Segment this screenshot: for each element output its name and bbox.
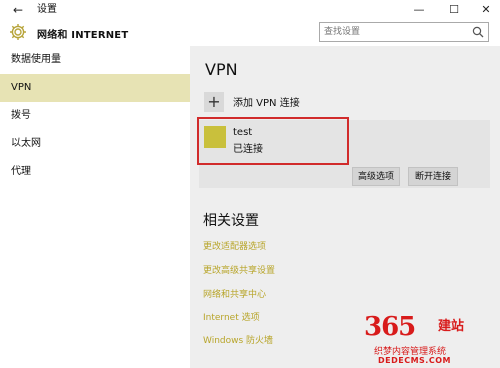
link-change-adapter-options[interactable]: 更改适配器选项 bbox=[203, 239, 266, 252]
sidebar-item-dialup[interactable]: 拨号 bbox=[0, 102, 190, 130]
search-box[interactable] bbox=[319, 22, 489, 42]
related-settings-heading: 相关设置 bbox=[203, 213, 259, 229]
page-title: 网络和 INTERNET bbox=[37, 30, 129, 41]
sidebar-item-proxy[interactable]: 代理 bbox=[0, 158, 190, 186]
gear-icon bbox=[10, 24, 26, 40]
minimize-button[interactable]: — bbox=[405, 1, 433, 19]
window-title: 设置 bbox=[37, 4, 57, 15]
maximize-button[interactable]: ☐ bbox=[440, 1, 468, 19]
add-vpn-connection-link[interactable]: 添加 VPN 连接 bbox=[233, 94, 300, 109]
advanced-options-button[interactable]: 高级选项 bbox=[352, 167, 400, 186]
sidebar-item-vpn[interactable]: VPN bbox=[0, 74, 190, 102]
vpn-heading: VPN bbox=[205, 60, 238, 79]
watermark-suffix: 建站 bbox=[438, 319, 465, 334]
add-icon[interactable]: + bbox=[204, 92, 224, 112]
link-network-sharing-center[interactable]: 网络和共享中心 bbox=[203, 287, 266, 300]
close-button[interactable]: ✕ bbox=[472, 1, 500, 19]
link-internet-options[interactable]: Internet 选项 bbox=[203, 310, 260, 323]
search-input[interactable] bbox=[324, 25, 464, 39]
disconnect-button[interactable]: 断开连接 bbox=[408, 167, 458, 186]
sidebar-item-ethernet[interactable]: 以太网 bbox=[0, 130, 190, 158]
watermark-logo: 365 bbox=[364, 312, 416, 342]
watermark-domain: DEDECMS.COM bbox=[378, 356, 451, 365]
link-change-advanced-sharing[interactable]: 更改高级共享设置 bbox=[203, 263, 275, 276]
link-windows-firewall[interactable]: Windows 防火墙 bbox=[203, 333, 273, 346]
back-arrow-icon[interactable]: ← bbox=[9, 2, 27, 18]
sidebar-item-data-usage[interactable]: 数据使用量 bbox=[0, 46, 190, 74]
highlight-box bbox=[197, 117, 349, 165]
search-icon bbox=[472, 26, 484, 38]
